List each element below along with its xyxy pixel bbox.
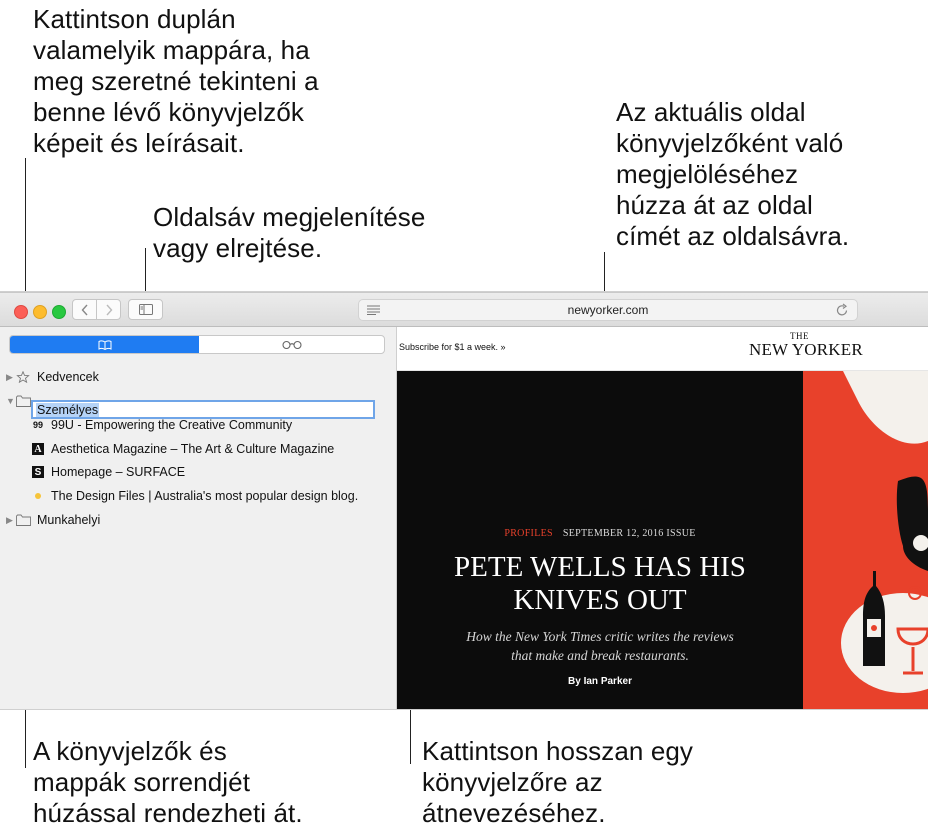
forward-button[interactable] — [96, 299, 121, 320]
bookmark-label: Homepage – SURFACE — [51, 465, 186, 479]
sidebar-toggle-button[interactable] — [128, 299, 163, 320]
hero-article[interactable]: PROFILES SEPTEMBER 12, 2016 ISSUE PETE WE… — [397, 371, 803, 709]
folder-icon — [16, 395, 31, 407]
bookmark-label: Aesthetica Magazine – The Art & Culture … — [51, 442, 335, 456]
glasses-icon — [281, 340, 302, 349]
bookmark-label: 99U - Empowering the Creative Community — [51, 418, 293, 432]
subscribe-link[interactable]: Subscribe for $1 a week. » — [399, 342, 506, 352]
article-dek: How the New York Times critic writes the… — [466, 629, 734, 663]
aesthetica-favicon-icon: A — [32, 443, 44, 455]
bookmarks-sidebar: ▶ Kedvencek ▼ Személyes 99 99U - Empower… — [0, 327, 397, 709]
folder-label: Kedvencek — [37, 370, 99, 384]
callout-reorder: A könyvjelzők és mappák sorrendjét húzás… — [33, 736, 303, 828]
sidebar-icon — [138, 304, 153, 315]
disclosure-triangle-icon[interactable]: ▶ — [6, 372, 16, 383]
surface-favicon-icon: S — [32, 466, 44, 478]
waiter-illustration-icon — [841, 371, 928, 693]
bookmark-item[interactable]: 99 99U - Empowering the Creative Communi… — [32, 414, 292, 436]
new-yorker-logo[interactable]: NEW YORKER — [749, 340, 863, 360]
toolbar: newyorker.com — [0, 293, 928, 327]
leader-line-sidebar-toggle — [145, 248, 146, 298]
back-button[interactable] — [72, 299, 97, 320]
article-headline[interactable]: PETE WELLS HAS HIS KNIVES OUT — [397, 551, 803, 617]
chevron-right-icon — [105, 304, 112, 315]
close-button[interactable] — [14, 305, 28, 319]
folder-icon — [16, 514, 31, 526]
article-kicker: PROFILES SEPTEMBER 12, 2016 ISSUE — [397, 528, 803, 539]
disclosure-triangle-icon[interactable]: ▶ — [6, 515, 16, 526]
issue-date: SEPTEMBER 12, 2016 ISSUE — [562, 528, 696, 539]
99u-favicon-icon: 99 — [32, 420, 43, 430]
web-page: Subscribe for $1 a week. » THE NEW YORKE… — [397, 327, 928, 709]
tab-bookmarks[interactable] — [10, 336, 199, 353]
folder-label: Munkahelyi — [37, 513, 101, 527]
design-files-favicon-icon — [32, 490, 44, 502]
folder-work[interactable]: ▶ Munkahelyi — [6, 509, 100, 531]
site-header: Subscribe for $1 a week. » THE NEW YORKE… — [397, 327, 928, 371]
reload-icon[interactable] — [836, 303, 849, 317]
bookmark-item[interactable]: The Design Files | Australia's most popu… — [32, 485, 358, 507]
book-icon — [98, 340, 111, 350]
url-text: newyorker.com — [567, 303, 649, 317]
bookmark-label: The Design Files | Australia's most popu… — [51, 489, 359, 503]
zoom-button[interactable] — [52, 305, 66, 319]
folder-personal[interactable]: ▼ — [6, 390, 31, 412]
disclosure-triangle-open-icon[interactable]: ▼ — [6, 396, 16, 406]
folder-favorites[interactable]: ▶ Kedvencek — [6, 366, 99, 388]
callout-rename: Kattintson hosszan egy könyvjelzőre az á… — [422, 736, 694, 828]
sidebar-segmented-control — [9, 335, 385, 354]
callout-folder-doubleclick: Kattintson duplán valamelyik mappára, ha… — [33, 4, 319, 158]
article-byline: By Ian Parker — [568, 676, 632, 687]
callout-sidebar-toggle: Oldalsáv megjelenítése vagy elrejtése. — [153, 202, 426, 263]
callout-drag-title: Az aktuális oldal könyvjelzőként való me… — [616, 97, 850, 251]
minimize-button[interactable] — [33, 305, 47, 319]
bookmark-item[interactable]: S Homepage – SURFACE — [32, 461, 185, 483]
hero-illustration — [803, 371, 928, 709]
bookmark-item[interactable]: A Aesthetica Magazine – The Art & Cultur… — [32, 438, 334, 460]
section-tag[interactable]: PROFILES — [504, 528, 553, 539]
star-icon — [16, 371, 30, 383]
safari-window: newyorker.com ▶ Kedvencek ▼ Személyes 99… — [0, 292, 928, 709]
address-bar[interactable]: newyorker.com — [358, 299, 858, 321]
chevron-left-icon — [81, 304, 88, 315]
tab-reading-list[interactable] — [199, 336, 384, 353]
